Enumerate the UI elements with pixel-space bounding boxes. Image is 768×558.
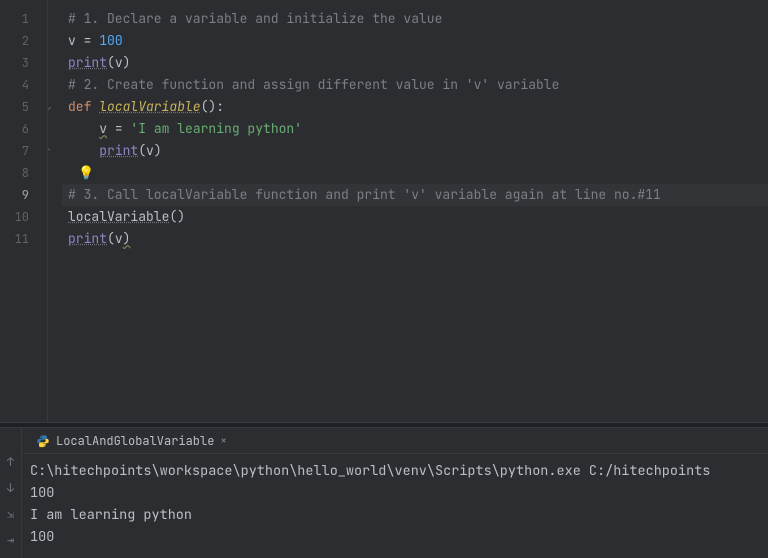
code-line[interactable]: def localVariable(): [62,96,768,118]
run-tab[interactable]: LocalAndGlobalVariable × [28,428,235,454]
code-line[interactable]: print(v) [62,140,768,162]
code-token: () [169,208,185,225]
code-token: v [115,54,123,71]
code-token: # 1. Declare a variable and initialize t… [68,10,442,27]
line-number: 10 [0,206,47,228]
code-token: = [107,120,130,137]
close-icon[interactable]: × [220,434,227,448]
code-line[interactable]: localVariable() [62,206,768,228]
line-number: 7 [0,140,47,162]
line-number: 6 [0,118,47,140]
code-line[interactable]: print(v) [62,228,768,250]
code-token: # 3. Call localVariable function and pri… [68,186,661,203]
code-token: v [146,142,154,159]
code-token: localVariable [99,98,200,115]
run-tool-window: ↑ ↓ ⇲ ⇥ LocalAndGlobalVariable × C:\hite… [0,428,768,558]
code-token: v [99,120,107,137]
scroll-down-icon[interactable]: ↓ [7,480,14,496]
code-area[interactable]: # 1. Declare a variable and initialize t… [62,0,768,422]
code-token: ) [123,54,131,71]
soft-wrap-icon[interactable]: ⇲ [7,506,14,522]
code-token [68,142,99,159]
code-token: v [115,230,123,247]
code-token: ( [138,142,146,159]
code-token: print [68,230,107,247]
python-icon [36,434,50,448]
code-token: print [68,54,107,71]
code-token: v [68,32,76,49]
code-token: print [99,142,138,159]
code-token: ) [154,142,162,159]
code-token [68,120,99,137]
scroll-to-end-icon[interactable]: ⇥ [7,532,14,548]
line-number: 9 [0,184,47,206]
line-number: 3 [0,52,47,74]
run-tab-label: LocalAndGlobalVariable [56,433,214,449]
code-token: = [76,32,99,49]
code-line[interactable]: print(v) [62,52,768,74]
code-editor[interactable]: 1234567891011 ⌄⌃ # 1. Declare a variable… [0,0,768,422]
line-number: 5 [0,96,47,118]
code-line[interactable]: v = 100 [62,30,768,52]
line-number: 8 [0,162,47,184]
code-token: (): [201,98,224,115]
code-token: # 2. Create function and assign differen… [68,76,559,93]
line-number: 2 [0,30,47,52]
console-output[interactable]: C:\hitechpoints\workspace\python\hello_w… [22,454,768,558]
code-line[interactable]: # 3. Call localVariable function and pri… [62,184,768,206]
code-token: ( [107,230,115,247]
code-token: def [68,98,99,115]
code-token: ( [107,54,115,71]
code-token: ) [123,230,131,247]
intention-bulb-icon[interactable]: 💡 [78,162,94,184]
scroll-up-icon[interactable]: ↑ [7,454,14,470]
line-number: 11 [0,228,47,250]
console-tool-strip: ↑ ↓ ⇲ ⇥ [0,428,22,558]
code-line[interactable]: # 1. Declare a variable and initialize t… [62,8,768,30]
code-token: 'I am learning python' [130,120,302,137]
code-line[interactable]: # 2. Create function and assign differen… [62,74,768,96]
fold-column[interactable]: ⌄⌃ [48,0,62,422]
code-token: 100 [99,32,122,49]
line-number: 1 [0,8,47,30]
line-number-gutter: 1234567891011 [0,0,48,422]
run-tab-bar: LocalAndGlobalVariable × [22,428,768,454]
line-number: 4 [0,74,47,96]
code-token: localVariable [68,208,169,225]
code-line[interactable]: 💡 [62,162,768,184]
code-line[interactable]: v = 'I am learning python' [62,118,768,140]
console-body: LocalAndGlobalVariable × C:\hitechpoints… [22,428,768,558]
